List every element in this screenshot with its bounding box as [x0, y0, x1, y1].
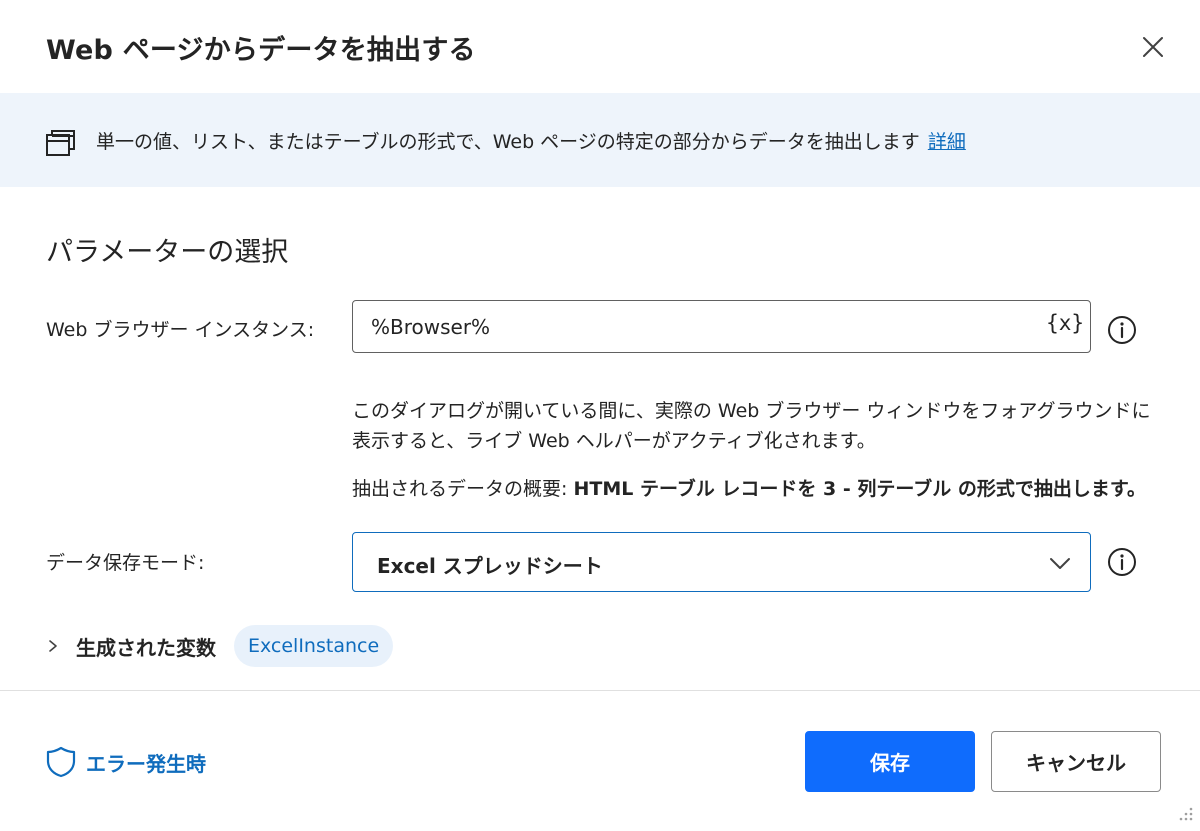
window-stack-icon [46, 130, 75, 156]
close-icon [1143, 37, 1163, 57]
variable-picker-button[interactable]: {x} [1046, 311, 1084, 335]
banner-text: 単一の値、リスト、またはテーブルの形式で、Web ページの特定の部分からデータを… [96, 131, 920, 153]
storage-mode-select[interactable]: Excel スプレッドシート [352, 532, 1091, 592]
dialog-title: Web ページからデータを抽出する [46, 35, 476, 66]
extract-data-dialog: Web ページからデータを抽出する 単一の値、リスト、またはテーブルの形式で、W… [0, 0, 1200, 831]
info-icon[interactable] [1107, 315, 1137, 345]
cancel-button[interactable]: キャンセル [991, 731, 1161, 792]
parameters-section-title: パラメーターの選択 [46, 237, 289, 268]
generated-variables-label[interactable]: 生成された変数 [76, 632, 216, 661]
save-button[interactable]: 保存 [805, 731, 975, 792]
browser-instance-value: %Browser% [371, 315, 491, 339]
summary-detail: HTML テーブル レコードを 3 - 列テーブル の形式で抽出します。 [573, 478, 1146, 500]
storage-mode-value: Excel スプレッドシート [377, 554, 603, 578]
browser-instance-input[interactable]: %Browser% {x} [352, 300, 1091, 353]
on-error-link[interactable]: エラー発生時 [46, 746, 206, 778]
footer-divider [0, 690, 1200, 691]
info-icon[interactable] [1107, 547, 1137, 577]
storage-mode-label: データ保存モード: [46, 552, 205, 574]
live-helper-hint: このダイアログが開いている間に、実際の Web ブラウザー ウィンドウをフォアグ… [352, 400, 1151, 452]
summary-prefix: 抽出されるデータの概要: [352, 478, 574, 500]
browser-instance-label: Web ブラウザー インスタンス: [46, 319, 315, 341]
resize-grip-icon[interactable] [1176, 806, 1194, 824]
generated-variables: 生成された変数 ExcelInstance [46, 625, 394, 667]
learn-more-link[interactable]: 詳細 [928, 131, 966, 153]
chevron-right-icon[interactable] [46, 639, 60, 653]
shield-icon [46, 746, 76, 778]
on-error-label: エラー発生時 [86, 751, 206, 776]
close-button[interactable] [1136, 30, 1170, 64]
variable-pill[interactable]: ExcelInstance [234, 625, 394, 667]
banner-description: 単一の値、リスト、またはテーブルの形式で、Web ページの特定の部分からデータを… [96, 127, 966, 154]
chevron-down-icon [1050, 558, 1070, 569]
extraction-summary: 抽出されるデータの概要: HTML テーブル レコードを 3 - 列テーブル の… [352, 474, 1146, 501]
